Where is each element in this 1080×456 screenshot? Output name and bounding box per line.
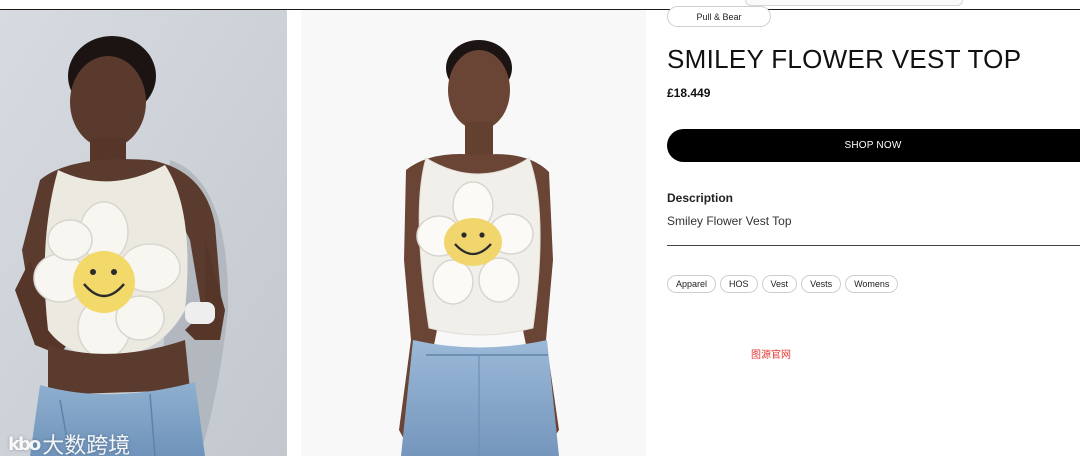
description-heading: Description	[667, 191, 734, 205]
watermark: kbo 大数跨境	[8, 428, 158, 456]
browser-address-pill	[745, 0, 963, 6]
tag-womens[interactable]: Womens	[845, 275, 899, 293]
source-note: 图源官网	[751, 350, 791, 361]
tag-list: Apparel HOS Vest Vests Womens	[667, 275, 899, 293]
product-price: £18.449	[667, 86, 711, 100]
watermark-logo: kbo	[8, 433, 41, 455]
photo-illustration	[301, 10, 646, 456]
brand-badge[interactable]: Pull & Bear	[667, 6, 771, 27]
shop-now-button[interactable]: SHOP NOW	[667, 129, 1080, 162]
tag-vest[interactable]: Vest	[761, 275, 798, 293]
product-title: SMILEY FLOWER VEST TOP	[667, 44, 1022, 74]
description-divider	[667, 245, 1080, 246]
watermark-text: 大数跨境	[42, 434, 131, 456]
description-text: Smiley Flower Vest Top	[667, 214, 792, 228]
tag-hos[interactable]: HOS	[720, 275, 758, 293]
product-photo-front-pose[interactable]: kbo 大数跨境	[0, 10, 287, 456]
tag-vests[interactable]: Vests	[801, 275, 842, 293]
photo-illustration	[0, 10, 287, 456]
tag-apparel[interactable]: Apparel	[667, 275, 717, 293]
product-photo-studio[interactable]	[301, 10, 646, 456]
